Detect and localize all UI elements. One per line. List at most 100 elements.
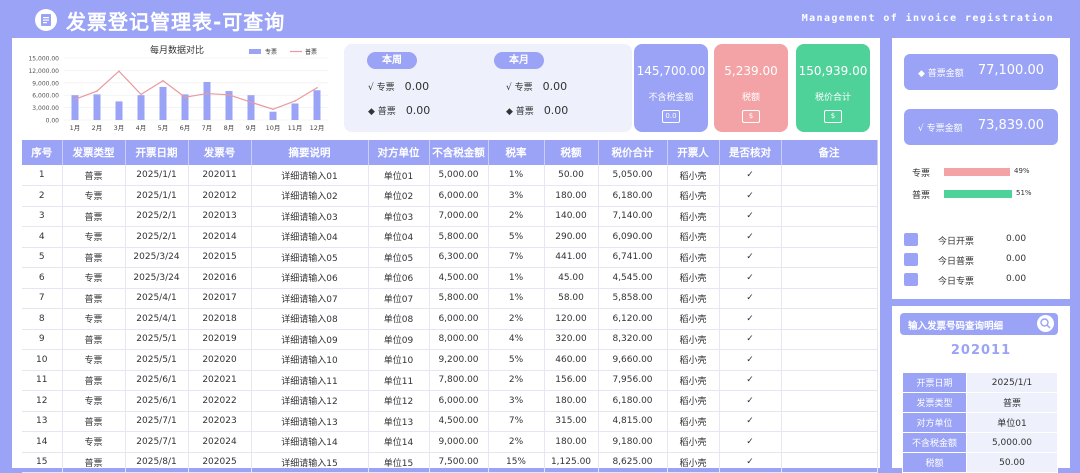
ratio-percent: 49%: [1014, 167, 1030, 175]
special-amount-label: 专票金额: [926, 124, 963, 134]
table-cell: 详细请输入08: [251, 308, 369, 330]
card-icon: [904, 253, 918, 266]
table-cell: 9,660.00: [598, 349, 668, 371]
column-header: 发票号: [188, 140, 252, 165]
table-cell: 专票: [62, 267, 126, 289]
x-tick-label: 11月: [288, 124, 303, 132]
table-cell: 单位08: [368, 308, 430, 330]
x-tick-label: 10月: [266, 124, 281, 132]
table-cell: ✓: [719, 452, 782, 473]
table-row[interactable]: 13 普票 2025/7/1 202023 详细请输入13 单位13 4,500.00 7% 3…: [22, 411, 878, 432]
table-cell: 3: [22, 206, 63, 227]
table-cell: 6,000.00: [429, 308, 489, 330]
table-cell: 3%: [488, 185, 545, 207]
query-invoice-number[interactable]: 202011: [892, 343, 1070, 358]
line-point: [96, 90, 98, 92]
table-row[interactable]: 8 专票 2025/4/1 202018 详细请输入08 单位08 6,000.00 2% 12…: [22, 308, 878, 330]
line-point: [74, 98, 76, 101]
table-row[interactable]: 6 专票 2025/3/24 202016 详细请输入06 单位06 4,500.00 1% 4…: [22, 267, 878, 289]
table-cell: 单位01: [368, 165, 430, 186]
table-cell: 单位05: [368, 247, 430, 268]
table-cell: 3%: [488, 390, 545, 412]
table-cell: 详细请输入05: [251, 247, 369, 268]
table-cell: [781, 226, 878, 248]
table-cell: 2025/3/24: [125, 267, 189, 289]
table-cell: 315.00: [544, 411, 599, 432]
tax-card: 5,239.00 税额 $: [714, 44, 788, 132]
table-cell: 稻小壳: [667, 247, 720, 268]
table-row[interactable]: 3 普票 2025/2/1 202013 详细请输入03 单位03 7,000.00 2% 14…: [22, 206, 878, 227]
table-cell: 4,500.00: [429, 411, 489, 432]
table-row[interactable]: 4 专票 2025/2/1 202014 详细请输入04 单位04 5,800.00 5% 29…: [22, 226, 878, 248]
week-pill: 本周: [367, 52, 417, 69]
column-header: 税率: [488, 140, 545, 165]
x-tick-label: 6月: [180, 124, 191, 132]
table-cell: 详细请输入07: [251, 288, 369, 309]
query-title: 输入发票号码查询明细: [908, 321, 1004, 332]
table-cell: 5,800.00: [429, 288, 489, 309]
table-cell: [781, 247, 878, 268]
table-row[interactable]: 12 专票 2025/6/1 202022 详细请输入12 单位12 6,000.00 3% 1…: [22, 390, 878, 412]
table-cell: 6,180.00: [598, 390, 668, 412]
table-row[interactable]: 9 普票 2025/5/1 202019 详细请输入09 单位09 8,000.00 4% 32…: [22, 329, 878, 350]
month-pill: 本月: [494, 52, 544, 69]
column-header: 税额: [544, 140, 599, 165]
invoice-icon: [904, 233, 918, 246]
table-row[interactable]: 14 专票 2025/7/1 202024 详细请输入14 单位14 9,000.00 2% 1…: [22, 431, 878, 453]
bar-mark: [313, 90, 321, 120]
table-cell: 详细请输入10: [251, 349, 369, 371]
table-row[interactable]: 15 普票 2025/8/1 202025 详细请输入15 单位15 7,500.00 15%…: [22, 452, 878, 473]
table-cell: 6,741.00: [598, 247, 668, 268]
search-icon[interactable]: [1037, 315, 1054, 332]
table-row[interactable]: 10 专票 2025/5/1 202020 详细请输入10 单位10 9,200.00 5% 4…: [22, 349, 878, 371]
table-cell: 2%: [488, 308, 545, 330]
table-cell: 详细请输入06: [251, 267, 369, 289]
document-icon: [904, 273, 918, 286]
table-cell: 1%: [488, 288, 545, 309]
summary-panel: ◆ 普票金额 77,100.00 √ 专票金额 73,839.00 专票 49% 普…: [892, 38, 1070, 299]
table-cell: 320.00: [544, 329, 599, 350]
table-cell: [781, 390, 878, 412]
table-cell: 180.00: [544, 390, 599, 412]
tax-amount: 5,239.00: [724, 64, 778, 78]
query-field-value: 单位01: [966, 412, 1058, 433]
today-value: 0.00: [1006, 274, 1027, 284]
table-cell: 详细请输入04: [251, 226, 369, 248]
table-cell: 稻小壳: [667, 370, 720, 391]
table-cell: 5%: [488, 226, 545, 248]
table-cell: 13: [22, 411, 63, 432]
table-cell: 4%: [488, 329, 545, 350]
table-cell: 9,200.00: [429, 349, 489, 371]
query-panel: 输入发票号码查询明细 202011 开票日期 2025/1/1 发票类型 普票 对方单位…: [892, 306, 1070, 473]
table-cell: 202025: [188, 452, 252, 473]
table-cell: 专票: [62, 349, 126, 371]
table-cell: [781, 411, 878, 432]
table-cell: 稻小壳: [667, 431, 720, 453]
y-tick-label: 3,000.00: [32, 105, 59, 112]
x-tick-label: 9月: [246, 124, 257, 132]
table-cell: 6,120.00: [598, 308, 668, 330]
table-cell: [781, 370, 878, 391]
table-cell: 稻小壳: [667, 411, 720, 432]
column-header: 税价合计: [598, 140, 668, 165]
table-cell: 202014: [188, 226, 252, 248]
table-cell: 2025/6/1: [125, 370, 189, 391]
ratio-label: 专票: [912, 169, 931, 179]
table-cell: 5: [22, 247, 63, 268]
table-row[interactable]: 2 专票 2025/1/1 202012 详细请输入02 单位02 6,000.00 3% 18…: [22, 185, 878, 207]
table-row[interactable]: 7 普票 2025/4/1 202017 详细请输入07 单位07 5,800.00 1% 58…: [22, 288, 878, 309]
table-cell: 4,545.00: [598, 267, 668, 289]
x-tick-label: 3月: [114, 124, 125, 132]
table-cell: 2025/3/24: [125, 247, 189, 268]
table-row[interactable]: 5 普票 2025/3/24 202015 详细请输入05 单位05 6,300.00 7% 4…: [22, 247, 878, 268]
query-field-row: 开票日期 2025/1/1: [902, 372, 1058, 393]
ratio-bar: [944, 190, 1012, 198]
table-row[interactable]: 11 普票 2025/6/1 202021 详细请输入11 单位11 7,800.00 2% 1…: [22, 370, 878, 391]
table-row[interactable]: 1 普票 2025/1/1 202011 详细请输入01 单位01 5,000.00 1% 50…: [22, 165, 878, 186]
pretax-label: 不含税金额: [648, 93, 694, 103]
header: 发票登记管理表-可查询 Management of invoice regist…: [0, 0, 1080, 38]
ratio-row: 普票 51%: [912, 188, 1062, 201]
query-field-key: 税额: [902, 452, 967, 473]
table-cell: 6: [22, 267, 63, 289]
x-tick-label: 1月: [70, 124, 81, 132]
